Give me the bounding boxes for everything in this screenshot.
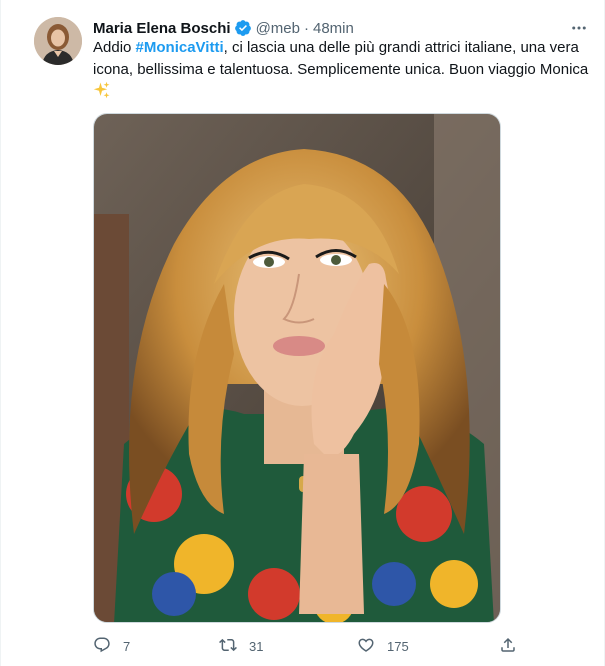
tweet-text-start: Addio — [93, 39, 136, 56]
reply-count: 7 — [123, 638, 131, 654]
tweet-actions-bar: 7 31 175 — [93, 634, 523, 658]
tweet-header: Maria Elena Boschi @meb · 48min — [93, 17, 354, 39]
share-button[interactable] — [499, 634, 517, 658]
sparkles-icon — [93, 81, 111, 99]
author-avatar[interactable] — [34, 17, 82, 65]
left-border — [0, 0, 1, 666]
reply-icon — [93, 636, 111, 657]
retweet-icon — [219, 636, 237, 657]
tweet-media-image[interactable] — [93, 113, 501, 623]
retweet-button[interactable]: 31 — [219, 634, 263, 658]
timestamp[interactable]: 48min — [313, 20, 354, 37]
separator-dot: · — [303, 19, 309, 37]
share-icon — [499, 636, 517, 657]
verified-badge-icon — [234, 19, 252, 37]
author-name[interactable]: Maria Elena Boschi — [93, 20, 231, 37]
retweet-count: 31 — [249, 638, 264, 654]
reply-button[interactable]: 7 — [93, 634, 130, 658]
author-handle[interactable]: @meb — [256, 20, 300, 37]
hashtag-link[interactable]: #MonicaVitti — [136, 39, 224, 56]
like-button[interactable]: 175 — [357, 634, 409, 658]
portrait-photo-icon — [94, 114, 500, 622]
heart-icon — [357, 636, 375, 657]
tweet-card[interactable]: Maria Elena Boschi @meb · 48min Addio #M… — [0, 0, 605, 666]
like-count: 175 — [387, 638, 409, 654]
tweet-text: Addio #MonicaVitti, ci lascia una delle … — [93, 37, 593, 103]
